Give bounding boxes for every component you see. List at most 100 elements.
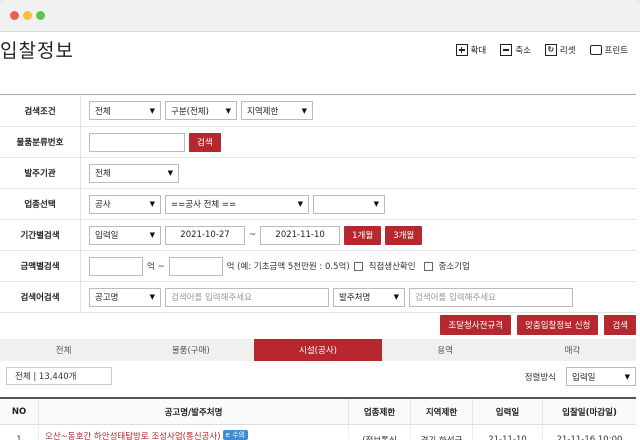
col-bid-date: 입찰일(마감일) bbox=[542, 399, 636, 424]
chevron-down-icon: ▼ bbox=[167, 169, 173, 177]
agency-label: 발주기관 bbox=[24, 169, 56, 179]
col-industry: 업종제한 bbox=[348, 399, 410, 424]
tab-construction[interactable]: 시설(공사) bbox=[254, 339, 382, 361]
agency-select-value: 전체 bbox=[95, 169, 111, 179]
form-row-agency: 발주기관 전체 ▼ bbox=[0, 158, 636, 189]
chevron-down-icon: ▼ bbox=[373, 200, 379, 208]
browser-window: 입찰정보 확대 축소 ↻ 리셋 프린트 검색조건 전체 ▼ 구분(전체) ▼ 지역제… bbox=[0, 0, 640, 440]
direct-production-checkbox[interactable] bbox=[353, 261, 363, 271]
chevron-down-icon: ▼ bbox=[301, 106, 307, 115]
industry-sub-select[interactable]: ==공사 전체 == ▼ bbox=[165, 194, 309, 214]
table-header: NO 공고명/발주처명 업종제한 지역제한 입력일 입찰일(마감일) bbox=[0, 397, 636, 425]
keyword-input2[interactable]: 검색어를 입력해주세요 bbox=[409, 287, 573, 307]
reset-label: 리셋 bbox=[559, 46, 576, 56]
form-row-item-code: 물품분류번호 검색 bbox=[0, 127, 636, 158]
print-icon bbox=[589, 45, 602, 55]
zoom-out-button[interactable]: 축소 bbox=[500, 44, 531, 56]
direct-production-label: 직접생산확인 bbox=[368, 262, 416, 272]
keyword-field1-value: 공고명 bbox=[95, 293, 119, 303]
print-button[interactable]: 프린트 bbox=[589, 44, 628, 56]
keyword-input1[interactable]: 검색어를 입력해주세요 bbox=[165, 287, 329, 307]
one-month-button[interactable]: 1개월 bbox=[344, 225, 382, 245]
industry-type-value: 공사 bbox=[95, 200, 111, 210]
zoom-out-icon bbox=[500, 44, 513, 56]
industry-extra-select[interactable]: ▼ bbox=[313, 194, 385, 214]
row-region: 경기 화성군 bbox=[410, 425, 472, 440]
chevron-down-icon: ▼ bbox=[149, 231, 155, 239]
sort-select[interactable]: 입력일 ▼ bbox=[566, 367, 636, 386]
row-title-link[interactable]: 오산~동호간 하안성태탑방로 조성사업(통신공사) e 수의 bbox=[38, 425, 348, 440]
toolbar: 확대 축소 ↻ 리셋 프린트 bbox=[455, 44, 628, 56]
item-code-label: 물품분류번호 bbox=[16, 138, 64, 148]
reset-button[interactable]: ↻ 리셋 bbox=[544, 44, 576, 56]
type-select-value: 전체 bbox=[95, 106, 111, 117]
period-to-input[interactable]: 2021-11-10 bbox=[260, 225, 341, 245]
amount-unit2: 억 (예: 기초금액 5천만원 : 0.5억) bbox=[226, 262, 350, 272]
amount-label: 금액별검색 bbox=[20, 262, 60, 272]
keyword-field2-value: 발주처명 bbox=[339, 293, 371, 303]
print-label: 프린트 bbox=[604, 46, 628, 56]
col-no: NO bbox=[11, 406, 27, 417]
col-input-date: 입력일 bbox=[472, 399, 542, 424]
sort-select-value: 입력일 bbox=[572, 372, 596, 383]
search-button[interactable]: 검색 bbox=[604, 315, 636, 335]
pre-spec-button[interactable]: 조달청사전규격 bbox=[440, 315, 512, 335]
period-basis-select[interactable]: 입력일 ▼ bbox=[89, 225, 161, 245]
chevron-down-icon: ▼ bbox=[149, 293, 155, 301]
amount-min-input[interactable] bbox=[89, 256, 143, 276]
keyword-field1-select[interactable]: 공고명 ▼ bbox=[89, 287, 161, 307]
chevron-down-icon: ▼ bbox=[149, 106, 155, 115]
custom-bid-button[interactable]: 맞춤입찰정보 신청 bbox=[517, 315, 599, 335]
form-row-keyword: 검색어검색 공고명 ▼ 검색어를 입력해주세요 발주처명 ▼ 검색어를 입력해주세요 bbox=[0, 282, 636, 313]
row-bid-date: 21-11-16 10:00 bbox=[542, 425, 636, 440]
action-buttons: 조달청사전규격 맞춤입찰정보 신청 검색 bbox=[440, 315, 636, 335]
agency-select[interactable]: 전체 ▼ bbox=[89, 163, 179, 183]
amount-max-input[interactable] bbox=[168, 256, 223, 276]
sme-checkbox[interactable] bbox=[423, 261, 433, 271]
category-select-value: 구분(전체) bbox=[171, 106, 209, 117]
chevron-down-icon: ▼ bbox=[149, 200, 155, 208]
industry-type-select[interactable]: 공사 ▼ bbox=[89, 194, 161, 214]
item-code-input[interactable] bbox=[89, 132, 185, 152]
sme-label: 중소기업 bbox=[438, 262, 470, 272]
tab-goods[interactable]: 물품(구매) bbox=[127, 339, 254, 361]
search-cond-label: 검색조건 bbox=[24, 106, 56, 117]
page-title: 입찰정보 bbox=[0, 40, 74, 62]
keyword-field2-select[interactable]: 발주처명 ▼ bbox=[333, 287, 405, 307]
keyword-label: 검색어검색 bbox=[20, 293, 60, 303]
maximize-window-button[interactable] bbox=[36, 11, 45, 20]
row-industry: (정보통신 bbox=[348, 425, 410, 440]
row-badge: e 수의 bbox=[222, 430, 248, 440]
three-month-button[interactable]: 3개월 bbox=[385, 225, 423, 245]
form-row-period: 기간별검색 입력일 ▼ 2021-10-27 ~ 2021-11-10 1개월 3… bbox=[0, 220, 636, 251]
zoom-in-button[interactable]: 확대 bbox=[455, 44, 486, 56]
col-title: 공고명/발주처명 bbox=[38, 399, 348, 424]
reset-icon: ↻ bbox=[544, 44, 557, 56]
form-row-search-cond: 검색조건 전체 ▼ 구분(전체) ▼ 지역제한 ▼ bbox=[0, 95, 636, 127]
region-select[interactable]: 지역제한 ▼ bbox=[241, 101, 313, 120]
minimize-window-button[interactable] bbox=[23, 11, 32, 20]
period-tilde: ~ bbox=[249, 230, 257, 240]
item-code-search-button[interactable]: 검색 bbox=[189, 132, 221, 152]
period-label: 기간별검색 bbox=[20, 231, 60, 241]
industry-sub-value: ==공사 전체 == bbox=[171, 200, 237, 210]
chevron-down-icon: ▼ bbox=[297, 200, 303, 208]
period-from-input[interactable]: 2021-10-27 bbox=[165, 225, 245, 245]
row-no: 1 bbox=[16, 435, 22, 440]
search-form: 검색조건 전체 ▼ 구분(전체) ▼ 지역제한 ▼ 물품분류번호 검색 발주기관 전체… bbox=[0, 94, 636, 313]
zoom-out-label: 축소 bbox=[515, 46, 531, 56]
chevron-down-icon: ▼ bbox=[624, 372, 630, 381]
type-select[interactable]: 전체 ▼ bbox=[89, 101, 161, 120]
industry-label: 업종선택 bbox=[24, 200, 56, 210]
close-window-button[interactable] bbox=[10, 11, 19, 20]
chevron-down-icon: ▼ bbox=[225, 106, 231, 115]
tab-service[interactable]: 용역 bbox=[382, 339, 509, 361]
table-row[interactable]: 1 오산~동호간 하안성태탑방로 조성사업(통신공사) e 수의 (정보통신 경… bbox=[0, 425, 636, 440]
tab-all[interactable]: 전체 bbox=[0, 339, 127, 361]
tab-sale[interactable]: 매각 bbox=[509, 339, 636, 361]
col-region: 지역제한 bbox=[410, 399, 472, 424]
chevron-down-icon: ▼ bbox=[393, 293, 399, 301]
window-titlebar bbox=[0, 0, 640, 32]
result-count: 전체 | 13,440개 bbox=[6, 367, 112, 385]
category-select[interactable]: 구분(전체) ▼ bbox=[165, 101, 237, 120]
